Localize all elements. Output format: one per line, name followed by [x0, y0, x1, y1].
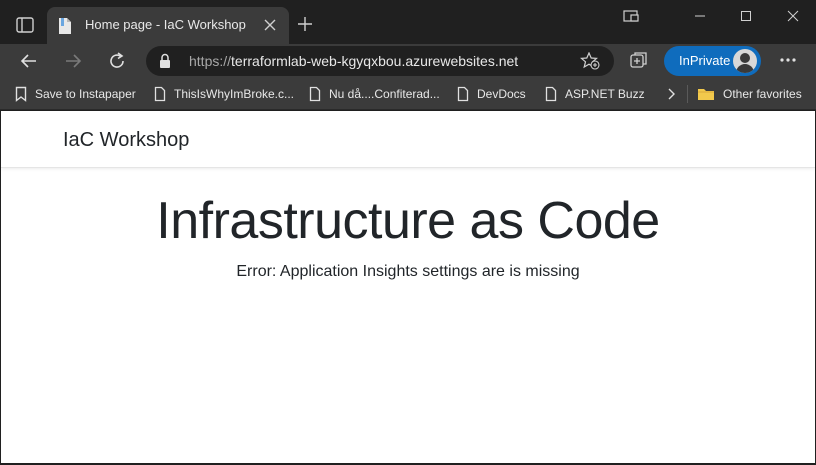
new-tab-icon[interactable]: [296, 15, 314, 33]
folder-icon: [698, 89, 714, 100]
page-favicon-icon: [57, 17, 73, 35]
tab-title: Home page - IaC Workshop: [85, 17, 246, 32]
bookmark-label: ASP.NET Buzz: [565, 87, 645, 101]
bookmark-label: Nu då....Confiterad...: [329, 87, 440, 101]
avatar: [733, 49, 757, 73]
favorites-bar: Save to Instapaper ThisIsWhyImBroke.c...…: [0, 78, 816, 110]
chevron-right-icon[interactable]: [664, 86, 678, 102]
page-icon: [545, 86, 557, 102]
minimize-icon[interactable]: [677, 0, 723, 32]
other-favorites-label: Other favorites: [723, 87, 802, 101]
address-bar[interactable]: https://terraformlab-web-kgyqxbou.azurew…: [146, 46, 614, 76]
url-scheme: https://: [189, 53, 232, 69]
url-host: terraformlab-web-kgyqxbou.azurewebsites.…: [231, 53, 519, 69]
bookmark-aspnet-buzz[interactable]: ASP.NET Buzz: [545, 84, 645, 104]
maximize-icon[interactable]: [723, 0, 769, 32]
other-favorites[interactable]: Other favorites: [697, 84, 802, 104]
site-brand-link[interactable]: IaC Workshop: [63, 129, 189, 152]
title-bar: Home page - IaC Workshop: [0, 0, 816, 44]
error-message: Error: Application Insights settings are…: [236, 263, 580, 280]
close-window-icon[interactable]: [770, 0, 816, 32]
bookmark-label: Save to Instapaper: [35, 87, 136, 101]
inprivate-button[interactable]: InPrivate: [664, 46, 761, 76]
refresh-icon[interactable]: [105, 49, 129, 73]
page-icon: [309, 86, 321, 102]
site-navbar: IaC Workshop: [1, 111, 815, 168]
tab-actions-icon[interactable]: [14, 14, 36, 36]
lock-icon[interactable]: [158, 53, 172, 69]
bookmark-devdocs[interactable]: DevDocs: [457, 84, 526, 104]
bookmark-thisiswhyimbroke[interactable]: ThisIsWhyImBroke.c...: [154, 84, 294, 104]
inprivate-label: InPrivate: [679, 53, 731, 68]
browser-toolbar: https://terraformlab-web-kgyqxbou.azurew…: [0, 44, 816, 78]
forward-icon[interactable]: [61, 49, 85, 73]
favorites-divider: [687, 85, 688, 103]
bookmark-instapaper[interactable]: Save to Instapaper: [15, 84, 136, 104]
bookmark-icon: [15, 86, 27, 102]
page-viewport: IaC Workshop Infrastructure as Code Erro…: [1, 111, 815, 463]
page-title: Infrastructure as Code: [156, 192, 660, 250]
bookmark-nu-da[interactable]: Nu då....Confiterad...: [309, 84, 440, 104]
page-icon: [457, 86, 469, 102]
bookmark-label: ThisIsWhyImBroke.c...: [174, 87, 295, 101]
page-icon: [154, 86, 166, 102]
active-tab[interactable]: Home page - IaC Workshop: [47, 7, 289, 44]
url-text[interactable]: https://terraformlab-web-kgyqxbou.azurew…: [189, 53, 518, 69]
close-tab-icon[interactable]: [263, 18, 277, 32]
tab-search-icon[interactable]: [608, 0, 654, 32]
collections-icon[interactable]: [628, 49, 650, 71]
add-favorite-icon[interactable]: [579, 51, 600, 70]
back-icon[interactable]: [17, 49, 41, 73]
bookmark-label: DevDocs: [477, 87, 526, 101]
more-options-icon[interactable]: [777, 49, 799, 71]
